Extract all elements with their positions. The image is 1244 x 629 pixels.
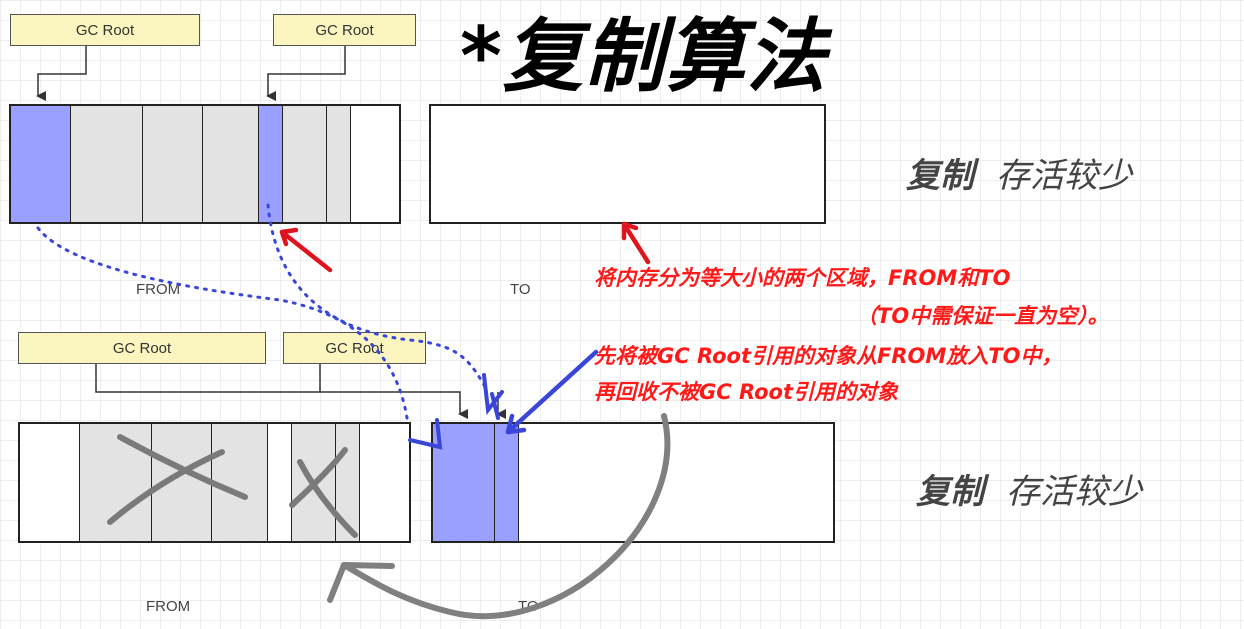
dead-object: [336, 424, 360, 541]
side-caption-italic: 存活较少: [1006, 472, 1142, 512]
live-object: [433, 424, 495, 541]
red-arrow: [279, 227, 333, 273]
note-line: 先将被GC Root引用的对象从FROM放入TO中，: [594, 344, 1063, 368]
from-region-top: [9, 104, 401, 224]
live-object: [495, 424, 519, 541]
from-label-top: FROM: [136, 281, 181, 298]
dead-object: [152, 424, 212, 541]
dead-object: [203, 106, 259, 222]
from-label-bottom: FROM: [146, 598, 191, 615]
gc-root-box: GC Root: [273, 14, 416, 46]
gc-root-box: GC Root: [10, 14, 200, 46]
side-caption-bottom: 复制 存活较少: [916, 464, 1142, 513]
live-object: [11, 106, 71, 222]
gc-root-connector: [36, 46, 346, 101]
dead-object: [292, 424, 336, 541]
free-space: [268, 424, 292, 541]
dead-object: [71, 106, 143, 222]
side-caption-top: 复制 存活较少: [906, 148, 1132, 197]
dead-object: [283, 106, 327, 222]
free-space: [20, 424, 80, 541]
side-caption-bold: 复制: [916, 472, 984, 512]
dead-object: [80, 424, 152, 541]
page-title: *复制算法: [460, 10, 827, 103]
note-line: （TO中需保证一直为空）。: [856, 304, 1109, 328]
gc-root-box: GC Root: [283, 332, 426, 364]
note-line: 再回收不被GC Root引用的对象: [594, 380, 898, 404]
dead-object: [143, 106, 203, 222]
free-space: [351, 106, 399, 222]
live-object: [259, 106, 283, 222]
blue-arrow: [505, 349, 599, 435]
copy-path-dotted: [36, 203, 490, 427]
to-region-bottom: [431, 422, 835, 543]
free-space: [360, 424, 409, 541]
to-label-top: TO: [510, 281, 531, 298]
dead-object: [327, 106, 351, 222]
side-caption-italic: 存活较少: [996, 156, 1132, 196]
to-label-bottom: TO: [518, 598, 539, 615]
red-arrow: [621, 221, 651, 265]
dead-object: [212, 424, 268, 541]
gc-root-connector: [95, 364, 506, 419]
side-caption-bold: 复制: [906, 156, 974, 196]
note-line: 将内存分为等大小的两个区域，FROM和TO: [594, 266, 1011, 290]
gc-root-box: GC Root: [18, 332, 266, 364]
to-region-top: [429, 104, 826, 224]
from-region-bottom: [18, 422, 411, 543]
